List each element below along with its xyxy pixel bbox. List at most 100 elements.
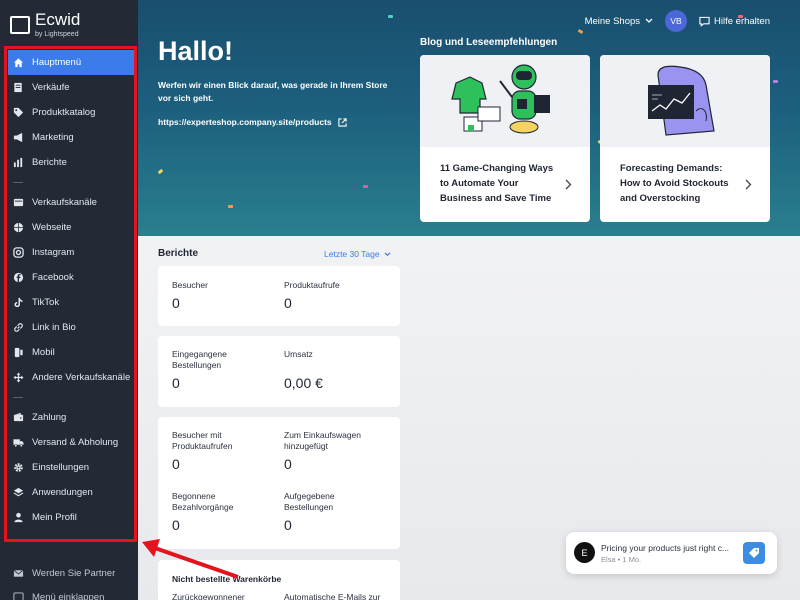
robot-illustration [420,55,590,147]
brand-name: Ecwid [35,10,81,29]
store-link[interactable]: https://experteshop.company.site/product… [158,117,347,127]
chevron-down-icon [384,251,391,256]
sidebar-item-label: Versand & Abholung [32,437,119,448]
chevron-down-icon [645,16,653,27]
confetti [773,80,778,83]
sidebar-item-einstellungen[interactable]: Einstellungen [8,455,135,480]
globe-icon [13,222,24,233]
sidebar-item-label: Mobil [32,347,55,358]
external-link-icon [338,117,347,127]
store-link-text: https://experteshop.company.site/product… [158,117,332,127]
stat-visitors: Besucher 0 [172,280,282,311]
sidebar-item-partner[interactable]: Werden Sie Partner [13,568,115,579]
sidebar-item-webseite[interactable]: Webseite [8,215,135,240]
my-shops-dropdown[interactable]: Meine Shops [585,16,653,27]
link-icon [13,322,24,333]
sidebar-collapse[interactable]: Menü einklappen [13,592,104,600]
sidebar-item-label: Link in Bio [32,322,76,333]
avatar[interactable]: VB [665,10,688,32]
sidebar-item-label: Hauptmenü [32,57,82,68]
sidebar-item-anwendungen[interactable]: Anwendungen [8,480,135,505]
stat-label: Umsatz [284,349,313,359]
sidebar-item-instagram[interactable]: Instagram [8,240,135,265]
hero-banner: Meine Shops VB Hilfe erhalten Hallo! Wer… [138,0,800,236]
cart-logo-icon [10,16,30,34]
channels-icon [13,197,24,208]
brand-sub: by Lightspeed [35,31,79,38]
sidebar-item-zahlung[interactable]: Zahlung [8,405,135,430]
sidebar: Ecwid by Lightspeed Hauptmenü Verkäufe P… [0,0,138,600]
user-icon [13,512,24,523]
my-shops-label: Meine Shops [584,15,641,27]
stat-value: 0 [284,456,292,472]
sidebar-item-andere-verkaufskanaele[interactable]: Andere Verkaufskanäle [8,365,135,390]
sidebar-item-link-in-bio[interactable]: Link in Bio [8,315,135,340]
collapse-label: Menü einklappen [32,592,105,600]
stat-abandoned-orders: Aufgegebene Bestellungen 0 [284,491,374,533]
sidebar-item-facebook[interactable]: Facebook [8,265,135,290]
sidebar-item-label: Einstellungen [32,462,90,473]
chat-meta: Elsa • 1 Mo. [601,555,642,564]
chat-avatar: E [574,542,595,563]
stat-label: Begonnene Bezahlvorgänge [172,491,234,512]
blog-card-text: Forecasting Demands: How to Avoid Stocko… [620,163,729,204]
sidebar-item-berichte[interactable]: Berichte [8,150,135,175]
home-icon [13,57,24,68]
sidebar-item-tiktok[interactable]: TikTok [8,290,135,315]
mail-icon [13,568,24,579]
chevron-right-icon [745,179,752,190]
stat-value: 0 [284,517,292,533]
sidebar-item-marketing[interactable]: Marketing [8,125,135,150]
sidebar-item-hauptmenu[interactable]: Hauptmenü [8,50,135,75]
blog-card-automation[interactable]: 11 Game-Changing Ways to Automate Your B… [420,55,590,222]
help-button[interactable]: Hilfe erhalten [699,16,770,27]
chat-notification[interactable]: E Pricing your products just right c... … [566,532,777,574]
sidebar-item-label: Verkäufe [32,82,70,93]
sidebar-item-mein-profil[interactable]: Mein Profil [8,505,135,530]
sidebar-item-mobil[interactable]: Mobil [8,340,135,365]
blog-section-title: Blog und Leseempfehlungen [420,37,558,48]
stat-value: 0 [284,295,292,311]
top-bar: Meine Shops VB Hilfe erhalten [585,10,770,32]
stat-added-to-cart: Zum Einkaufswagen hinzugefügt 0 [284,430,394,472]
confetti [388,15,393,18]
tag-icon [13,107,24,118]
facebook-icon [13,272,24,283]
price-tag-icon [743,542,765,564]
blog-card-text: 11 Game-Changing Ways to Automate Your B… [440,163,554,204]
sidebar-item-label: Anwendungen [32,487,93,498]
sidebar-item-verkaufskanaele[interactable]: Verkaufskanäle [8,190,135,215]
stat-label: Zum Einkaufswagen hinzugefügt [284,430,362,451]
stat-value: 0 [172,517,180,533]
sidebar-item-versand[interactable]: Versand & Abholung [8,430,135,455]
blog-card-forecasting[interactable]: Forecasting Demands: How to Avoid Stocko… [600,55,770,222]
abandoned-carts-card: Nicht bestellte Warenkörbe Zurückgewonne… [158,560,400,600]
sidebar-item-label: Mein Profil [32,512,77,523]
forecast-illustration [600,55,770,147]
truck-icon [13,437,24,448]
recovered-label: Zurückgewonnener [172,592,245,600]
stats-card-orders: Eingegangene Bestellungen 0 Umsatz 0,00 … [158,336,400,407]
sidebar-item-label: Webseite [32,222,72,233]
sidebar-item-produktkatalog[interactable]: Produktkatalog [8,100,135,125]
stat-revenue: Umsatz 0,00 € [284,349,394,391]
sidebar-item-label: Berichte [32,157,67,168]
stat-visitors-with-views: Besucher mit Produktaufrufen 0 [172,430,262,472]
date-range-selector[interactable]: Letzte 30 Tage [324,249,391,259]
mobile-icon [13,347,24,358]
page-title: Hallo! [158,36,234,66]
confetti [228,205,233,208]
sidebar-item-verkaeufe[interactable]: Verkäufe [8,75,135,100]
sidebar-item-label: Zahlung [32,412,67,423]
stats-card-visitors: Besucher 0 Produktaufrufe 0 [158,266,400,326]
reports-title: Berichte [158,248,199,259]
sidebar-nav: Hauptmenü Verkäufe Produktkatalog Market… [8,50,135,530]
sidebar-item-label: Marketing [32,132,74,143]
ecwid-logo[interactable]: Ecwid by Lightspeed [10,10,81,38]
stat-label: Besucher [172,280,208,290]
megaphone-icon [13,132,24,143]
hero-subtitle: Werfen wir einen Blick darauf, was gerad… [158,80,388,103]
nav-divider [8,175,135,190]
confetti [157,168,164,175]
chat-message: Pricing your products just right c... [601,543,730,553]
